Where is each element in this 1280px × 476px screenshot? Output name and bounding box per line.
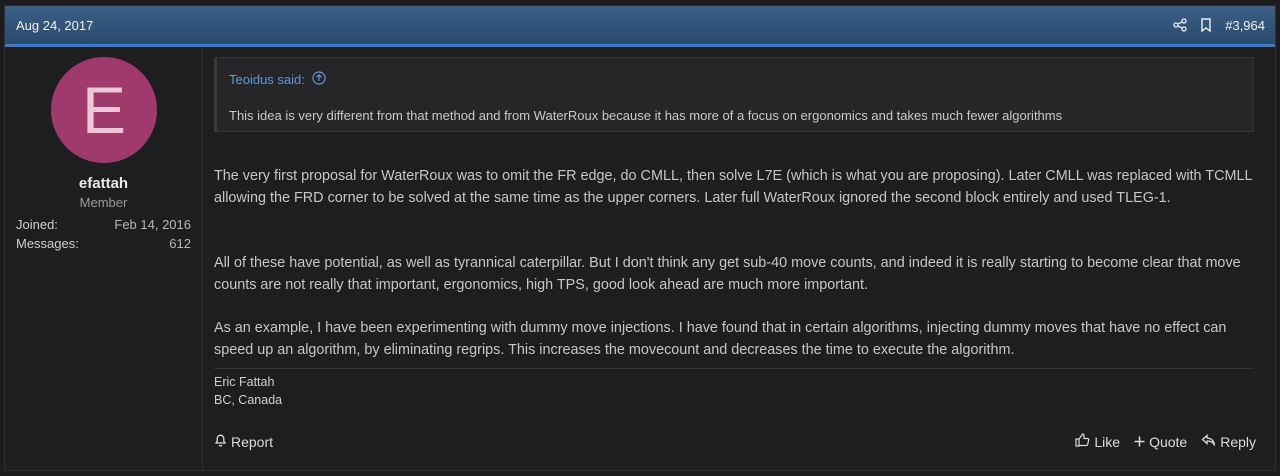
signature-line-1: Eric Fattah bbox=[214, 375, 275, 389]
joined-value: Feb 14, 2016 bbox=[114, 217, 191, 232]
report-label: Report bbox=[231, 433, 274, 450]
user-messages: Messages: 612 bbox=[16, 236, 191, 251]
bookmark-icon[interactable] bbox=[1200, 18, 1212, 32]
post-header: Aug 24, 2017 #3,964 bbox=[5, 6, 1275, 47]
signature-line-2: BC, Canada bbox=[214, 393, 283, 407]
quote-label: Quote bbox=[1149, 433, 1188, 450]
avatar[interactable]: E bbox=[51, 57, 157, 163]
user-title: Member bbox=[79, 195, 128, 210]
user-info-column: E efattah Member Joined: Feb 14, 2016 Me… bbox=[5, 47, 203, 470]
reply-label: Reply bbox=[1220, 433, 1256, 450]
quote-text: This idea is very different from that me… bbox=[229, 108, 1063, 123]
like-button[interactable]: Like bbox=[1075, 433, 1120, 450]
bell-icon bbox=[214, 433, 227, 450]
username[interactable]: efattah bbox=[5, 175, 202, 192]
post-date[interactable]: Aug 24, 2017 bbox=[16, 18, 93, 33]
post-number-link[interactable]: #3,964 bbox=[1225, 18, 1265, 33]
thumbs-up-icon bbox=[1075, 433, 1090, 450]
quote-button[interactable]: Quote bbox=[1134, 433, 1187, 450]
post-footer: Report Like Quote Reply bbox=[214, 433, 1256, 450]
post-header-actions: #3,964 bbox=[1173, 18, 1265, 33]
report-button[interactable]: Report bbox=[214, 433, 273, 450]
plus-icon bbox=[1134, 434, 1145, 450]
reply-icon bbox=[1201, 433, 1216, 450]
post-actions: Like Quote Reply bbox=[1075, 433, 1256, 450]
signature-divider bbox=[214, 368, 1254, 369]
post-container: Aug 24, 2017 #3,964 E efattah Member Joi… bbox=[4, 5, 1276, 471]
messages-label: Messages: bbox=[16, 236, 79, 251]
post-paragraph-3: As an example, I have been experimenting… bbox=[214, 320, 1227, 358]
joined-label: Joined: bbox=[16, 217, 58, 232]
quote-author[interactable]: Teoidus said: bbox=[229, 72, 305, 87]
share-icon[interactable] bbox=[1173, 18, 1187, 32]
post-paragraph-1: The very first proposal for WaterRoux wa… bbox=[214, 168, 1252, 206]
reply-button[interactable]: Reply bbox=[1201, 433, 1256, 450]
messages-value[interactable]: 612 bbox=[169, 236, 191, 251]
post-paragraph-2: All of these have potential, as well as … bbox=[214, 255, 1241, 293]
post-content: Teoidus said: This idea is very differen… bbox=[213, 47, 1256, 470]
quote-header[interactable]: Teoidus said: bbox=[229, 71, 326, 88]
user-joined: Joined: Feb 14, 2016 bbox=[16, 217, 191, 232]
like-label: Like bbox=[1094, 433, 1121, 450]
arrow-up-circle-icon[interactable] bbox=[312, 71, 326, 88]
quote-block: Teoidus said: This idea is very differen… bbox=[214, 57, 1254, 132]
